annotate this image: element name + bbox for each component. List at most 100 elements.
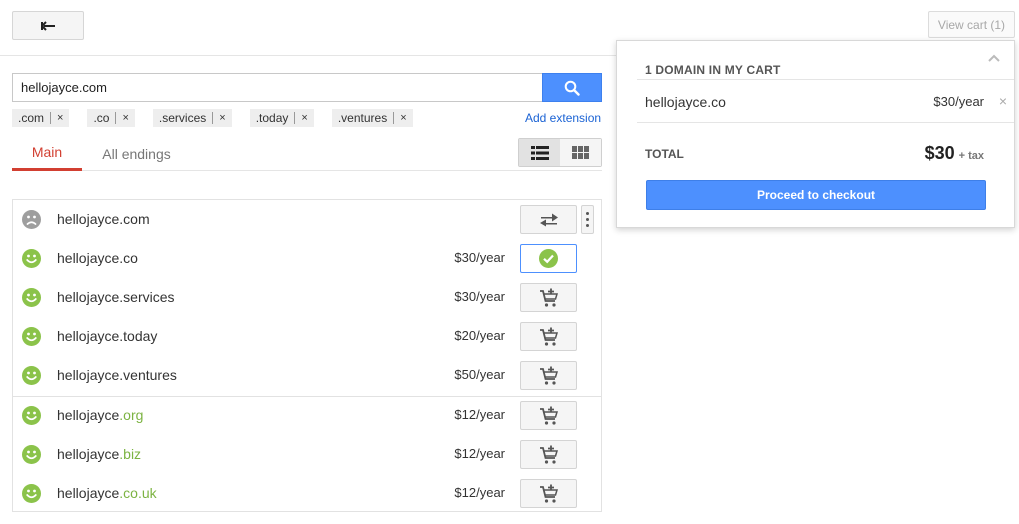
domain-result-row: hellojayce.today $20/year <box>13 317 601 356</box>
more-dot-icon <box>586 224 589 227</box>
domain-result-row: hellojayce.co $30/year <box>13 239 601 278</box>
back-button[interactable] <box>12 11 84 40</box>
extension-chip-label: .ventures <box>337 111 388 125</box>
domain-tld: .org <box>119 407 144 423</box>
cart-total-label: TOTAL <box>645 147 684 161</box>
domain-result-row: hellojayce.org $12/year <box>13 396 601 435</box>
list-view-icon <box>530 145 549 160</box>
result-tabs: Main All endings <box>12 136 602 171</box>
remove-extension-icon[interactable]: × <box>116 112 134 124</box>
tab-main[interactable]: Main <box>12 136 82 171</box>
transfer-arrows-icon <box>539 213 558 226</box>
extension-chip: .co × <box>87 109 135 127</box>
extension-chip-label: .today <box>255 111 289 125</box>
search-button[interactable] <box>542 73 602 102</box>
domain-price: $30/year <box>454 289 505 304</box>
domain-result-row: hellojayce.ventures $50/year <box>13 356 601 395</box>
back-arrow-icon <box>41 20 55 31</box>
proceed-to-checkout-button[interactable]: Proceed to checkout <box>646 180 986 210</box>
remove-extension-icon[interactable]: × <box>394 112 412 124</box>
header-divider <box>0 55 616 56</box>
domain-name: hellojayce.services <box>57 289 175 305</box>
extension-chip-label: .com <box>18 111 45 125</box>
domain-tld: .today <box>119 328 158 344</box>
cart-total-amount: $30 <box>924 143 955 163</box>
domain-price: $12/year <box>454 485 505 500</box>
add-to-cart-button[interactable] <box>520 361 577 390</box>
unavailable-frown-icon <box>22 210 41 229</box>
domain-name-base: hellojayce <box>57 446 120 462</box>
add-to-cart-button[interactable] <box>520 322 577 351</box>
collapse-cart-button[interactable] <box>988 49 1000 67</box>
cart-dropdown: 1 DOMAIN IN MY CART hellojayce.co $30/ye… <box>616 40 1015 228</box>
list-view-button[interactable] <box>519 139 560 166</box>
more-options-button[interactable] <box>581 205 594 234</box>
available-smiley-icon <box>22 445 41 464</box>
view-cart-button[interactable]: View cart (1) <box>928 11 1015 38</box>
extension-chip-label: .services <box>158 111 207 125</box>
cart-item-name: hellojayce.co <box>645 94 726 110</box>
remove-cart-item-icon[interactable]: × <box>999 93 1007 109</box>
domain-search-input[interactable] <box>12 73 542 102</box>
domain-name: hellojayce.org <box>57 407 143 423</box>
add-to-cart-button[interactable] <box>520 283 577 312</box>
add-to-cart-icon <box>539 327 558 346</box>
add-to-cart-icon <box>539 366 558 385</box>
view-toggle <box>518 138 602 167</box>
domain-name-base: hellojayce <box>57 289 120 305</box>
domain-tld: .ventures <box>119 367 177 383</box>
cart-total: $30 + tax <box>925 143 984 164</box>
add-to-cart-button[interactable] <box>520 401 577 430</box>
add-to-cart-button[interactable] <box>520 440 577 469</box>
tab-all-endings[interactable]: All endings <box>94 136 179 171</box>
domain-price: $30/year <box>454 250 505 265</box>
cart-divider <box>637 79 1014 80</box>
search-bar <box>12 73 602 102</box>
remove-extension-icon[interactable]: × <box>51 112 69 124</box>
domain-name: hellojayce.ventures <box>57 367 177 383</box>
add-to-cart-icon <box>539 406 558 425</box>
search-icon <box>564 80 580 96</box>
extension-chip: .com × <box>12 109 70 127</box>
transfer-domain-button[interactable] <box>520 205 577 234</box>
domain-result-row: hellojayce.services $30/year <box>13 278 601 317</box>
domain-name-base: hellojayce <box>57 211 120 227</box>
add-to-cart-icon <box>539 484 558 503</box>
grid-view-button[interactable] <box>560 139 601 166</box>
domain-tld: .biz <box>119 446 142 462</box>
domain-name-base: hellojayce <box>57 250 120 266</box>
domain-name: hellojayce.today <box>57 328 157 344</box>
domain-results-list: hellojayce.com hellojayce.co $30/year hello… <box>12 199 602 512</box>
domain-price: $50/year <box>454 367 505 382</box>
available-smiley-icon <box>22 327 41 346</box>
domain-search-page: View cart (1) .com × .co × .services × .… <box>0 0 1019 524</box>
domain-name-base: hellojayce <box>57 328 120 344</box>
add-to-cart-button[interactable] <box>520 479 577 508</box>
domain-name-base: hellojayce <box>57 407 120 423</box>
domain-tld: .co.uk <box>119 485 157 501</box>
extension-chip-label: .co <box>93 111 110 125</box>
more-dot-icon <box>586 212 589 215</box>
extension-chip: .services × <box>152 109 232 127</box>
available-smiley-icon <box>22 406 41 425</box>
available-smiley-icon <box>22 484 41 503</box>
in-cart-check-icon <box>539 249 558 268</box>
remove-extension-icon[interactable]: × <box>295 112 313 124</box>
domain-name: hellojayce.biz <box>57 446 141 462</box>
add-to-cart-icon <box>539 445 558 464</box>
domain-name: hellojayce.co.uk <box>57 485 157 501</box>
available-smiley-icon <box>22 288 41 307</box>
domain-price: $20/year <box>454 328 505 343</box>
remove-extension-icon[interactable]: × <box>213 112 231 124</box>
more-dot-icon <box>586 218 589 221</box>
chevron-up-icon <box>988 54 1000 62</box>
available-smiley-icon <box>22 249 41 268</box>
add-to-cart-icon <box>539 288 558 307</box>
cart-item-price: $30/year <box>933 94 984 109</box>
add-extension-link[interactable]: Add extension <box>525 111 601 125</box>
cart-divider <box>637 122 1014 123</box>
domain-tld: .co <box>119 250 138 266</box>
domain-result-row: hellojayce.biz $12/year <box>13 435 601 474</box>
domain-name-base: hellojayce <box>57 485 120 501</box>
in-cart-button[interactable] <box>520 244 577 273</box>
